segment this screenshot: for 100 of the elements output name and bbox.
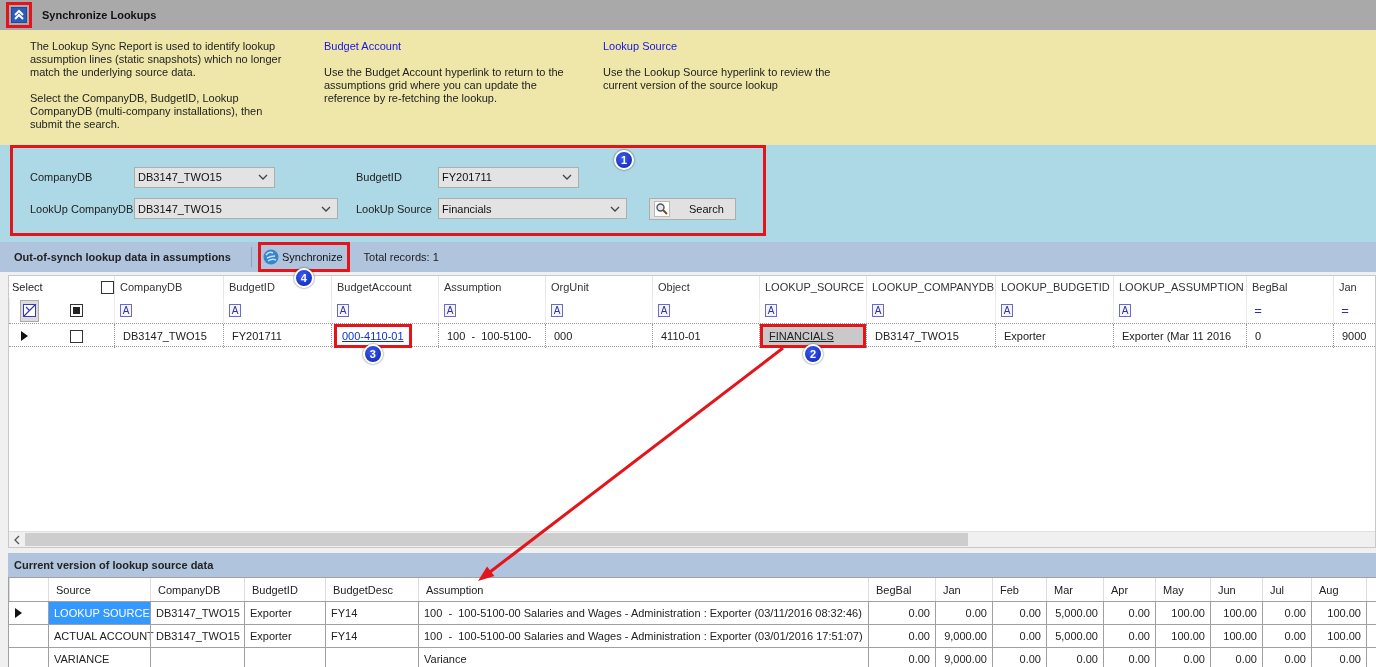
column-header: Mar <box>1046 578 1103 601</box>
table-cell: Exporter <box>995 324 1113 348</box>
panel-title: Synchronize Lookups <box>42 9 157 21</box>
column-header: LOOKUP_COMPANYDB <box>866 276 995 298</box>
column-header: Jul <box>1262 578 1311 601</box>
filter-clear-icon <box>23 304 36 317</box>
table-cell: 0.00 <box>992 602 1046 624</box>
table-cell: 0.00 <box>1262 648 1311 667</box>
table-cell: 0.00 <box>868 648 935 667</box>
record-count: Total records: 1 <box>363 251 439 263</box>
horizontal-scrollbar[interactable] <box>9 531 1375 547</box>
table-cell: 9000 <box>1333 324 1375 348</box>
dropdown[interactable]: Financials <box>438 198 627 219</box>
column-header: BudgetDesc <box>325 578 418 601</box>
table-cell: 0.00 <box>1262 602 1311 624</box>
collapse-icon[interactable] <box>11 7 27 23</box>
section-title: Current version of lookup source data <box>8 553 1376 577</box>
link[interactable]: Lookup Source <box>603 40 835 53</box>
filter-operator-button[interactable]: A <box>444 304 456 317</box>
column-header: Aug <box>1311 578 1366 601</box>
synchronize-button[interactable]: Synchronize <box>263 249 343 265</box>
table-cell: DB3147_TWO15 <box>114 324 223 348</box>
column-header: Source <box>48 578 150 601</box>
link[interactable]: Budget Account <box>324 40 574 53</box>
column-header: Jun <box>1210 578 1262 601</box>
dropdown[interactable]: FY201711 <box>438 166 579 188</box>
section-title: Out-of-synch lookup data in assumptions <box>13 251 232 263</box>
search-icon <box>654 200 670 217</box>
column-header: Object <box>652 276 759 298</box>
filter-operator-button[interactable]: A <box>1001 304 1013 317</box>
table-cell: FY201711 <box>223 324 331 348</box>
link[interactable]: 000-4110-01 <box>342 330 404 342</box>
paragraph: Use the Lookup Source hyperlink to review the current version of the source lookup <box>603 66 832 92</box>
table-cell: 0.00 <box>1155 648 1210 667</box>
callout-number: 3 <box>362 344 383 364</box>
callout-number: 4 <box>293 268 314 288</box>
table-cell: 100 - 100-5100- <box>438 324 545 348</box>
table-cell: 0.00 <box>992 648 1046 667</box>
column-header: Jan <box>935 578 992 601</box>
table-cell: 0.00 <box>935 602 992 624</box>
table-cell: 4110-01 <box>652 324 759 348</box>
column-header: OrgUnit <box>545 276 652 298</box>
field-label: BudgetID <box>356 171 403 183</box>
caret-icon <box>321 205 331 212</box>
search-button[interactable]: Search <box>649 197 736 220</box>
table-cell: 000 <box>545 324 652 348</box>
filter-operator-button[interactable]: = <box>1252 304 1264 317</box>
filter-button[interactable] <box>20 299 39 322</box>
table-cell: 0.00 <box>1103 602 1155 624</box>
field-label: LookUp Source <box>356 202 433 215</box>
globe-icon <box>263 249 279 265</box>
caret-icon <box>610 205 620 212</box>
table-cell: FY14 <box>325 602 418 624</box>
checkbox[interactable] <box>70 304 83 317</box>
table-cell: 100.00 <box>1311 625 1366 647</box>
column-header: BudgetAccount <box>331 276 438 298</box>
table-cell: 0.00 <box>868 602 935 624</box>
table-cell: 100.00 <box>1210 602 1262 624</box>
column-header: Assumption <box>438 276 545 298</box>
filter-operator-button[interactable]: A <box>120 304 132 317</box>
filter-operator-button[interactable]: A <box>765 304 777 317</box>
table-cell: DB3147_TWO15 <box>150 602 244 624</box>
filter-operator-button[interactable]: A <box>1119 304 1131 317</box>
checkbox[interactable] <box>101 280 114 294</box>
column-header: CompanyDB <box>150 578 244 601</box>
column-header: LOOKUP_SOURCE <box>759 276 866 298</box>
column-header: BegBal <box>1246 276 1333 298</box>
table-cell: Exporter <box>244 625 325 647</box>
table-cell: 100.00 <box>1155 625 1210 647</box>
filter-operator-button[interactable]: = <box>1339 304 1351 317</box>
caret-icon <box>562 174 572 180</box>
table-cell: 9,000.00 <box>935 625 992 647</box>
table-cell: DB3147_TWO15 <box>866 324 995 348</box>
table-cell: Variance <box>418 648 868 667</box>
paragraph: The Lookup Sync Report is used to identify lookup assumption lines (static snapshots) which no longer match the underlying source data. <box>30 40 283 79</box>
filter-operator-button[interactable]: A <box>658 304 670 317</box>
table-cell: 5,000.00 <box>1046 625 1103 647</box>
table-cell: Exporter <box>244 602 325 624</box>
table-cell[interactable]: VARIANCE <box>48 648 150 667</box>
table-cell: 100.00 <box>1311 602 1366 624</box>
column-header: LOOKUP_BUDGETID <box>995 276 1113 298</box>
paragraph: Select the CompanyDB, BudgetID, Lookup CompanyDB (multi-company installations), then submit the search. <box>30 92 264 131</box>
table-cell: Exporter (Mar 11 2016 <box>1113 324 1246 348</box>
column-header: LOOKUP_ASSUMPTION <box>1113 276 1246 298</box>
table-cell: 0.00 <box>1103 625 1155 647</box>
paragraph: Use the Budget Account hyperlink to return to the assumptions grid where you can update the reference by re-fetching the lookup. <box>324 66 565 105</box>
dropdown[interactable]: DB3147_TWO15 <box>134 198 338 219</box>
checkbox[interactable] <box>70 329 83 343</box>
table-cell: 0.00 <box>1262 625 1311 647</box>
dropdown[interactable]: DB3147_TWO15 <box>134 166 275 188</box>
filter-operator-button[interactable]: A <box>872 304 884 317</box>
filter-operator-button[interactable]: A <box>229 304 241 317</box>
link[interactable]: FINANCIALS <box>769 330 834 342</box>
callout-number: 2 <box>803 344 823 364</box>
table-cell: 0.00 <box>992 625 1046 647</box>
table-cell: 0.00 <box>1046 648 1103 667</box>
table-cell: 0.00 <box>1311 648 1366 667</box>
filter-operator-button[interactable]: A <box>337 304 349 317</box>
table-cell: FY14 <box>325 625 418 647</box>
filter-operator-button[interactable]: A <box>551 304 563 317</box>
